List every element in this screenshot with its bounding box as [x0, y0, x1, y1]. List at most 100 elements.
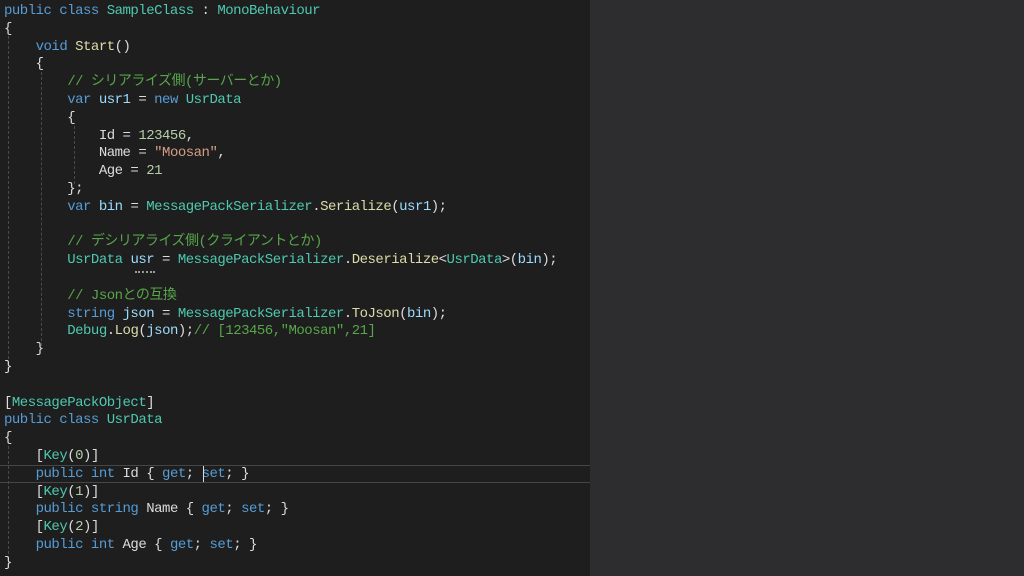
code-token: ; }: [264, 501, 289, 518]
code-token: [: [4, 519, 44, 536]
code-token: )]: [83, 448, 99, 464]
code-token: public int: [35, 465, 123, 482]
code-token: set: [201, 465, 226, 482]
code-line[interactable]: // シリアライズ側(サーバーとか): [4, 73, 282, 91]
code-line[interactable]: {: [4, 429, 12, 447]
code-line[interactable]: {: [4, 55, 44, 73]
code-token: string: [67, 305, 123, 322]
code-token: Log: [114, 323, 139, 340]
code-token: bin: [407, 305, 431, 322]
code-token: ]: [146, 394, 155, 411]
code-token: Id {: [122, 465, 163, 482]
code-line[interactable]: }: [4, 340, 44, 358]
code-token: bin: [98, 198, 123, 215]
code-line[interactable]: public class SampleClass : MonoBehaviour: [4, 2, 321, 20]
code-line[interactable]: }: [4, 554, 12, 572]
code-token: set: [241, 501, 265, 518]
code-token: {: [4, 20, 12, 37]
code-line[interactable]: public string Name { get; set; }: [4, 500, 289, 518]
code-token: public int: [35, 537, 123, 553]
code-line[interactable]: public int Age { get; set; }: [4, 536, 258, 554]
code-token: .: [106, 323, 115, 340]
code-token: SampleClass: [106, 3, 194, 19]
code-line[interactable]: var bin = MessagePackSerializer.Serializ…: [4, 198, 447, 216]
code-line[interactable]: [Key(1)]: [4, 483, 100, 501]
code-token: .: [343, 252, 352, 269]
code-token: (: [67, 483, 76, 500]
code-line[interactable]: Debug.Log(json);// [123456,"Moosan",21]: [4, 322, 376, 340]
code-token: ;: [225, 501, 242, 518]
code-token: (): [114, 38, 131, 55]
code-token: [: [4, 394, 12, 411]
code-line[interactable]: {: [4, 109, 75, 127]
code-line[interactable]: };: [4, 180, 83, 198]
code-line[interactable]: [Key(0)]: [4, 447, 100, 465]
code-editor[interactable]: public class SampleClass : MonoBehaviour…: [0, 0, 590, 576]
code-line[interactable]: {: [4, 20, 12, 38]
code-token: <: [438, 252, 447, 269]
code-line[interactable]: // デシリアライズ側(クライアントとか): [4, 233, 322, 251]
unused-variable-squiggle: [135, 268, 155, 273]
code-token: }: [4, 341, 44, 358]
code-token: MessagePackObject: [11, 394, 147, 411]
code-token: // デシリアライズ側(クライアントとか): [67, 234, 322, 251]
code-token: {: [4, 56, 44, 73]
code-line[interactable]: string json = MessagePackSerializer.ToJs…: [4, 305, 447, 323]
code-token: Serialize: [320, 198, 392, 215]
code-token: [: [4, 448, 44, 464]
code-token: );: [430, 305, 447, 322]
code-line[interactable]: public int Id { get; set; }: [4, 465, 250, 483]
code-line[interactable]: }: [4, 358, 12, 376]
code-token: Key: [43, 448, 68, 464]
code-line[interactable]: [Key(2)]: [4, 518, 100, 536]
code-token: UsrData: [67, 252, 123, 269]
code-token: [: [4, 483, 44, 500]
code-token: ;: [193, 537, 210, 553]
code-token: (: [391, 198, 400, 215]
code-token: Key: [43, 483, 68, 500]
code-line[interactable]: var usr1 = new UsrData: [4, 91, 241, 109]
code-line[interactable]: [MessagePackObject]: [4, 394, 155, 412]
code-token: // シリアライズ側(サーバーとか): [67, 74, 282, 91]
code-token: Age =: [4, 163, 147, 180]
code-token: // Jsonとの互換: [67, 287, 177, 304]
code-token: {: [4, 430, 12, 447]
code-token: >(: [501, 252, 518, 269]
code-token: MessagePackSerializer: [177, 305, 344, 322]
code-token: public class: [4, 412, 107, 429]
code-token: );: [541, 252, 558, 269]
code-line[interactable]: // Jsonとの互換: [4, 287, 177, 305]
code-token: MessagePackSerializer: [146, 198, 313, 215]
code-token: UsrData: [185, 92, 242, 108]
code-line[interactable]: void Start(): [4, 38, 131, 56]
code-token: void: [35, 38, 76, 55]
side-panel: [590, 0, 1024, 576]
code-token: Age {: [122, 537, 170, 553]
code-token: var: [67, 92, 99, 108]
code-token: get: [162, 465, 186, 482]
code-token: 21: [146, 163, 163, 180]
code-token: ; }: [233, 537, 257, 553]
code-token: // [123456,"Moosan",21]: [193, 323, 376, 340]
code-line[interactable]: UsrData usr = MessagePackSerializer.Dese…: [4, 251, 557, 269]
code-token: };: [4, 181, 84, 197]
code-line[interactable]: public class UsrData: [4, 411, 163, 429]
code-token: 1: [75, 483, 84, 500]
code-token: (: [67, 519, 76, 536]
code-line[interactable]: Name = "Moosan",: [4, 144, 226, 162]
code-token: ,: [185, 127, 194, 144]
code-line[interactable]: Id = 123456,: [4, 127, 194, 145]
code-line[interactable]: Age = 21: [4, 162, 163, 180]
code-token: UsrData: [106, 412, 163, 429]
code-token: =: [154, 252, 178, 269]
code-token: )]: [83, 483, 99, 500]
code-token: set: [209, 537, 234, 553]
code-token: get: [169, 537, 194, 553]
